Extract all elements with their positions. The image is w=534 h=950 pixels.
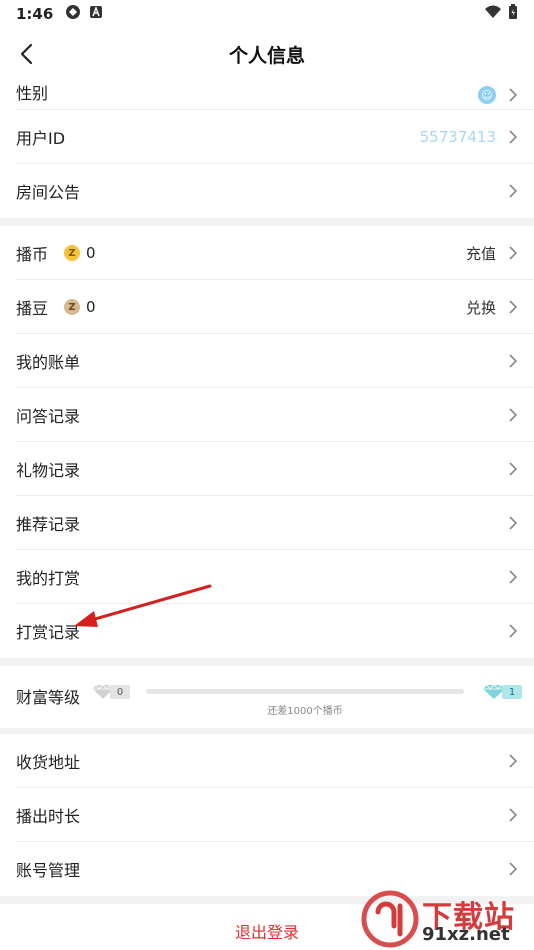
list-item[interactable]: 推荐记录: [0, 496, 534, 550]
wealth-level-progress: 0 1 还差1000个播币: [92, 684, 522, 724]
list-item[interactable]: 收货地址: [0, 734, 534, 788]
qa-records-label: 问答记录: [16, 407, 81, 426]
current-level-number: 0: [110, 685, 130, 699]
status-bar: 1:46: [0, 0, 534, 28]
user-id-row[interactable]: 用户ID 55737413: [0, 110, 534, 164]
bean-icon: Z: [64, 299, 81, 315]
back-button[interactable]: [12, 40, 40, 68]
nav-bar: 个人信息: [0, 28, 534, 80]
tip-records-row[interactable]: 打赏记录: [0, 604, 534, 658]
recharge-link[interactable]: 充值: [466, 243, 496, 264]
settings-list: 性别 ☺ 用户ID 55737413 房间公告 播币 Z 0 充值 播豆 Z 0: [0, 80, 534, 950]
coin-label: 播币: [16, 245, 49, 264]
chevron-right-icon: [506, 569, 520, 585]
logout-label: 退出登录: [234, 923, 299, 942]
recommend-records-label: 推荐记录: [16, 515, 81, 534]
next-level-number: 1: [502, 685, 522, 699]
level-gap-note: 还差1000个播币: [267, 706, 343, 717]
list-item[interactable]: 问答记录: [0, 388, 534, 442]
broadcast-duration-label: 播出时长: [16, 807, 81, 826]
user-id-value: 55737413: [419, 128, 496, 146]
chevron-right-icon: [506, 407, 520, 423]
chevron-right-icon: [506, 353, 520, 369]
bean-row[interactable]: 播豆 Z 0 兑换: [0, 280, 534, 334]
bean-count: 0: [86, 298, 96, 316]
chevron-right-icon: [506, 515, 520, 531]
chevron-right-icon: [506, 87, 520, 103]
list-item[interactable]: 我的账单: [0, 334, 534, 388]
list-item[interactable]: 我的打赏: [0, 550, 534, 604]
next-level-badge: 1: [482, 684, 522, 700]
gift-records-label: 礼物记录: [16, 461, 81, 480]
my-tips-label: 我的打赏: [16, 569, 81, 588]
list-item[interactable]: 账号管理: [0, 842, 534, 896]
status-time: 1:46: [16, 5, 54, 23]
chevron-right-icon: [506, 299, 520, 315]
coin-count: 0: [86, 244, 96, 262]
gender-icon: ☺: [478, 86, 496, 104]
section-divider: [0, 218, 534, 226]
wealth-level-row[interactable]: 财富等级 0 1 还差1000个播币: [0, 666, 534, 728]
app-notification-icon: [89, 5, 103, 23]
battery-icon: [508, 4, 518, 24]
room-notice-row[interactable]: 房间公告: [0, 164, 534, 218]
network-icon: [65, 4, 81, 24]
chevron-right-icon: [506, 461, 520, 477]
wifi-icon: [484, 5, 502, 23]
section-divider: [0, 658, 534, 666]
chevron-right-icon: [506, 861, 520, 877]
tip-records-label: 打赏记录: [16, 623, 81, 642]
coin-row[interactable]: 播币 Z 0 充值: [0, 226, 534, 280]
chevron-left-icon: [20, 43, 33, 65]
exchange-link[interactable]: 兑换: [466, 297, 496, 318]
list-item[interactable]: 播出时长: [0, 788, 534, 842]
coin-icon: Z: [64, 245, 81, 261]
user-id-label: 用户ID: [16, 129, 66, 148]
chevron-right-icon: [506, 245, 520, 261]
section-divider: [0, 896, 534, 904]
gender-row[interactable]: 性别 ☺: [0, 80, 534, 110]
page-title: 个人信息: [228, 44, 305, 67]
shipping-address-label: 收货地址: [16, 753, 81, 772]
chevron-right-icon: [506, 623, 520, 639]
chevron-right-icon: [506, 753, 520, 769]
my-bills-label: 我的账单: [16, 353, 81, 372]
account-management-label: 账号管理: [16, 861, 81, 880]
chevron-right-icon: [506, 807, 520, 823]
logout-button[interactable]: 退出登录: [0, 904, 534, 950]
wealth-progress-bar: [146, 689, 464, 694]
gender-label: 性别: [16, 84, 49, 103]
chevron-right-icon: [506, 129, 520, 145]
current-level-badge: 0: [92, 684, 130, 700]
chevron-right-icon: [506, 183, 520, 199]
bean-label: 播豆: [16, 299, 49, 318]
room-notice-label: 房间公告: [16, 183, 81, 202]
list-item[interactable]: 礼物记录: [0, 442, 534, 496]
wealth-level-label: 财富等级: [16, 688, 81, 707]
